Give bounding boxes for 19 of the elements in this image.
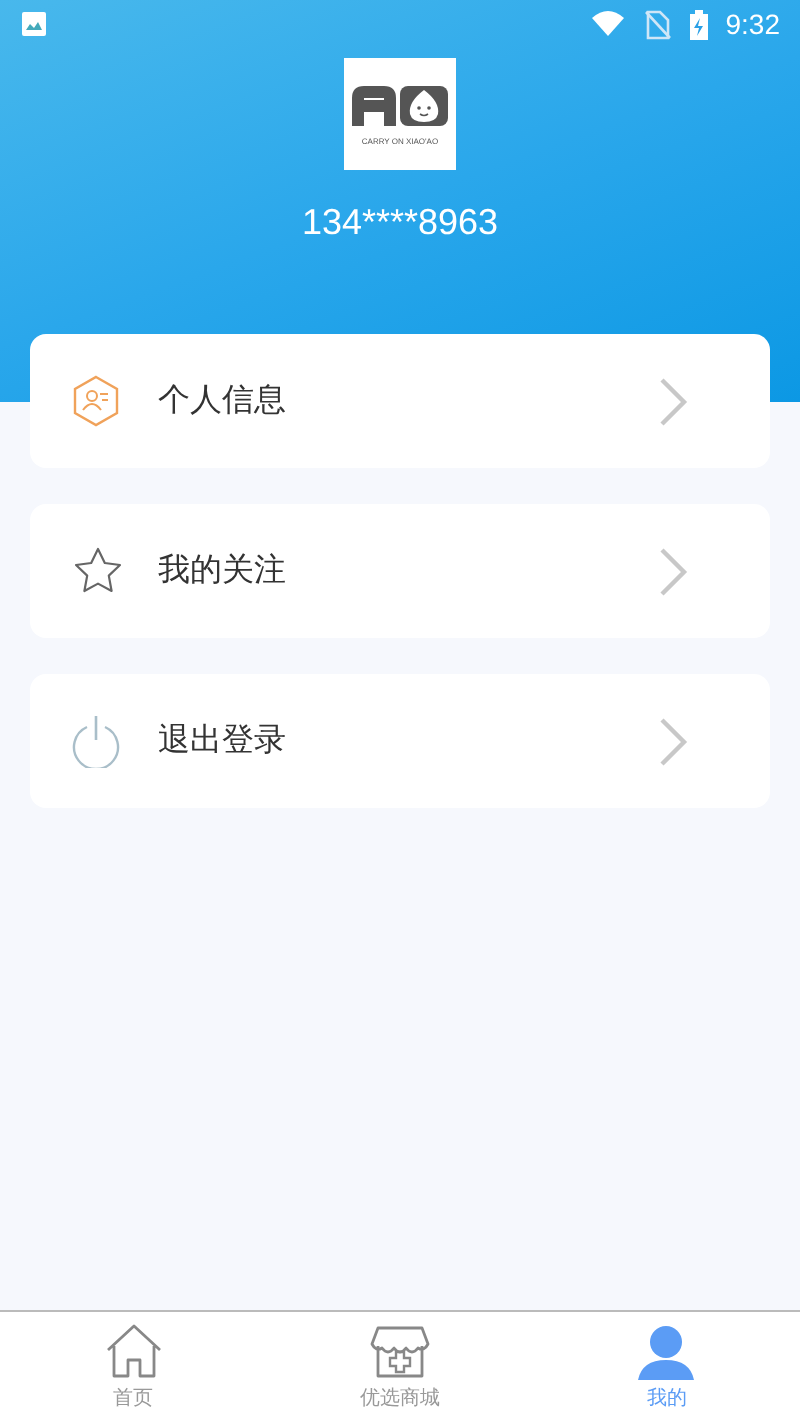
chevron-right-icon — [658, 715, 690, 767]
menu-item[interactable]: 退出登录 — [30, 674, 770, 808]
user-icon — [636, 1322, 697, 1382]
star-icon — [70, 544, 126, 598]
wifi-icon — [589, 10, 626, 38]
phone-number: 134****8963 — [301, 202, 499, 244]
status-time: 9:32 — [725, 8, 780, 40]
menu-label: 退出登录 — [158, 720, 288, 762]
chevron-right-icon — [658, 545, 690, 597]
battery-charging-icon — [687, 9, 710, 39]
shop-icon — [369, 1322, 430, 1382]
home-icon — [103, 1322, 164, 1382]
chevron-right-icon — [658, 375, 690, 427]
menu-label: 我的关注 — [158, 550, 288, 592]
image-notification-icon — [20, 10, 48, 38]
menu-label: 个人信息 — [158, 380, 288, 422]
menu-item[interactable]: 我的关注 — [30, 504, 770, 638]
no-sim-icon — [641, 9, 672, 39]
menu-item[interactable]: 个人信息 — [30, 334, 770, 468]
